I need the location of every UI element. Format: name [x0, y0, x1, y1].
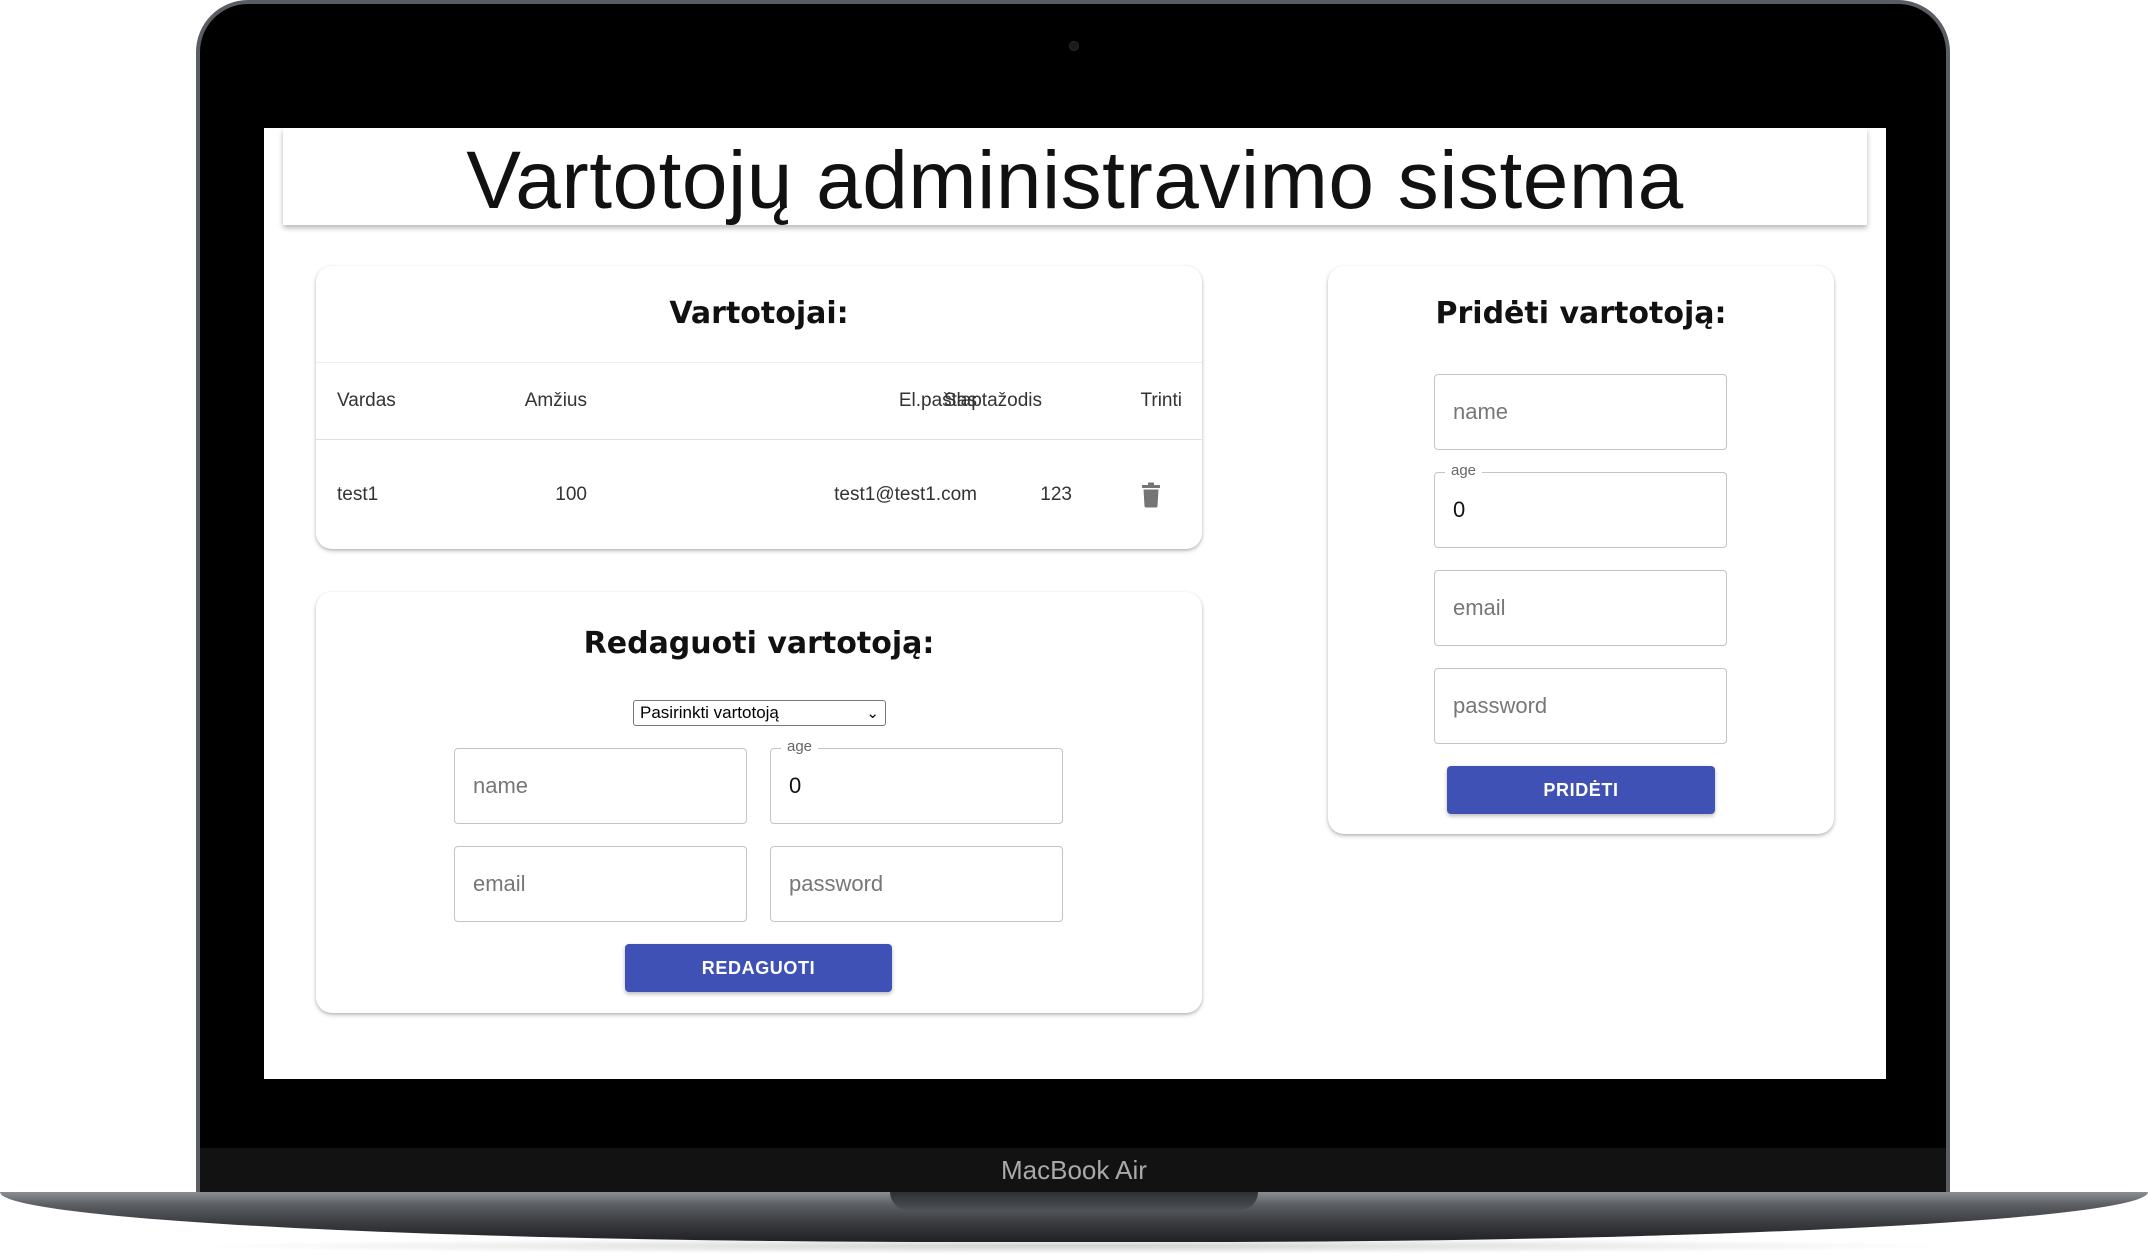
- edit-email-placeholder: email: [473, 871, 526, 896]
- chevron-down-icon: ⌄: [866, 705, 879, 722]
- add-age-value: 0: [1453, 497, 1466, 522]
- add-user-card: Pridėti vartotoją: name age 0 email pass…: [1328, 266, 1834, 834]
- users-card: Vartotojai: Vardas Amžius El.paštas Slap…: [316, 266, 1202, 549]
- users-card-title: Vartotojai:: [669, 296, 849, 331]
- edit-submit-button[interactable]: REDAGUOTI: [625, 944, 892, 992]
- edit-age-label: age: [781, 738, 819, 755]
- column-header-delete: Trinti: [1140, 390, 1182, 411]
- webcam: [1069, 41, 1079, 51]
- cell-name: test1: [337, 484, 379, 505]
- cell-password: 123: [1040, 484, 1072, 505]
- add-password-field[interactable]: password: [1434, 668, 1727, 744]
- column-header-name: Vardas: [337, 390, 396, 411]
- add-card-title: Pridėti vartotoją:: [1435, 296, 1727, 331]
- edit-age-value: 0: [789, 773, 802, 798]
- edit-user-card: Redaguoti vartotoją: Pasirinkti vartotoj…: [316, 592, 1202, 1013]
- column-header-password: Slaptažodis: [943, 390, 1042, 411]
- add-email-placeholder: email: [1453, 595, 1506, 620]
- edit-age-field[interactable]: age 0: [770, 738, 1063, 824]
- add-age-field[interactable]: age 0: [1434, 462, 1727, 548]
- add-submit-button[interactable]: PRIDĖTI: [1447, 766, 1715, 814]
- add-name-placeholder: name: [1453, 399, 1509, 424]
- edit-password-placeholder: password: [789, 871, 884, 896]
- edit-name-field[interactable]: name: [454, 748, 747, 824]
- add-age-label: age: [1445, 462, 1483, 479]
- trash-icon[interactable]: [1142, 482, 1160, 508]
- cell-email: test1@test1.com: [834, 484, 977, 505]
- table-row: test1 100 test1@test1.com 123: [316, 440, 1202, 550]
- app-header: Vartotojų administravimo sistema: [283, 128, 1867, 226]
- edit-card-title: Redaguoti vartotoją:: [583, 626, 935, 661]
- add-email-field[interactable]: email: [1434, 570, 1727, 646]
- edit-email-field[interactable]: email: [454, 846, 747, 922]
- app-title: Vartotojų administravimo sistema: [466, 135, 1684, 226]
- app-screen: Vartotojų administravimo sistema Vartoto…: [264, 128, 1886, 1079]
- add-password-placeholder: password: [1453, 693, 1548, 718]
- add-name-field[interactable]: name: [1434, 374, 1727, 450]
- laptop-notch: [890, 1192, 1258, 1210]
- edit-name-placeholder: name: [473, 773, 529, 798]
- user-select[interactable]: Pasirinkti vartotoją ⌄: [633, 700, 886, 726]
- users-table: Vardas Amžius El.paštas Slaptažodis Trin…: [316, 362, 1202, 550]
- column-header-age: Amžius: [524, 390, 587, 411]
- table-header-row: Vardas Amžius El.paštas Slaptažodis Trin…: [316, 362, 1202, 440]
- cell-age: 100: [555, 484, 587, 505]
- user-select-value: Pasirinkti vartotoją: [640, 703, 779, 722]
- device-label: MacBook Air: [1001, 1155, 1147, 1185]
- edit-password-field[interactable]: password: [770, 846, 1063, 922]
